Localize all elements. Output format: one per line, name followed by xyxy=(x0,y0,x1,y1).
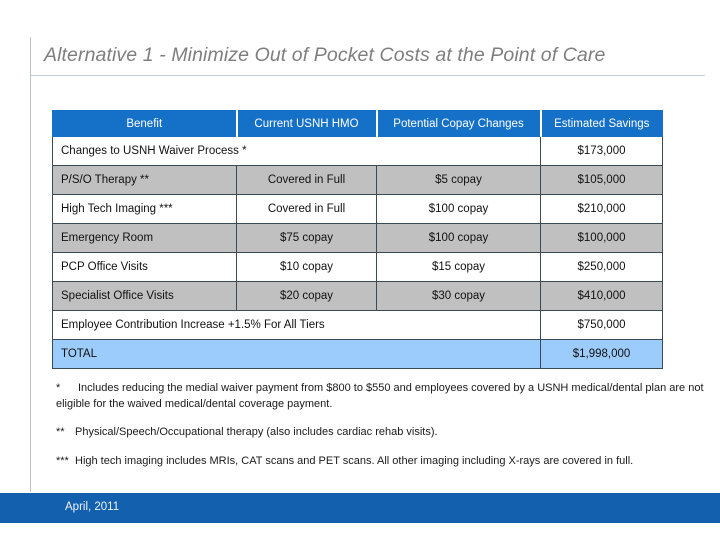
footnote-marker: * xyxy=(56,382,61,394)
benefit-savings-table: Benefit Current USNH HMO Potential Copay… xyxy=(52,110,663,369)
cell-estimated-savings: $105,000 xyxy=(540,165,663,195)
footnotes-block: * Includes reducing the medial waiver pay… xyxy=(56,381,704,469)
cell-potential-copay: $100 copay xyxy=(376,194,541,224)
table-row: PCP Office Visits $10 copay $15 copay $250,… xyxy=(52,252,663,282)
table-row: Emergency Room $75 copay $100 copay $100,00… xyxy=(52,223,663,253)
footnote-marker: *** xyxy=(56,454,69,467)
cell-estimated-savings: $410,000 xyxy=(540,281,663,311)
cell-benefit: P/S/O Therapy ** xyxy=(52,165,237,195)
cell-estimated-savings: $1,998,000 xyxy=(540,339,663,369)
cell-current-hmo: Covered in Full xyxy=(236,194,377,224)
table-row: TOTAL $1,998,000 xyxy=(52,339,663,369)
cell-current-hmo: $20 copay xyxy=(236,281,377,311)
cell-benefit: TOTAL xyxy=(52,339,541,369)
cell-estimated-savings: $210,000 xyxy=(540,194,663,224)
cell-current-hmo: Covered in Full xyxy=(236,165,377,195)
cell-potential-copay: $30 copay xyxy=(376,281,541,311)
footnote: ** Physical/Speech/Occupational therapy (… xyxy=(56,425,704,441)
footnote: * Includes reducing the medial waiver pay… xyxy=(56,381,704,412)
cell-estimated-savings: $750,000 xyxy=(540,310,663,340)
page-title: Alternative 1 - Minimize Out of Pocket C… xyxy=(44,44,606,66)
table-header-row: Benefit Current USNH HMO Potential Copay… xyxy=(52,110,663,137)
cell-benefit: PCP Office Visits xyxy=(52,252,237,282)
cell-potential-copay: $100 copay xyxy=(376,223,541,253)
column-header-potential-copay-changes: Potential Copay Changes xyxy=(376,110,542,137)
cell-estimated-savings: $100,000 xyxy=(540,223,663,253)
column-header-estimated-savings: Estimated Savings xyxy=(540,110,663,137)
footnote-text: High tech imaging includes MRIs, CAT sca… xyxy=(75,454,634,467)
cell-estimated-savings: $173,000 xyxy=(540,136,663,166)
cell-potential-copay: $15 copay xyxy=(376,252,541,282)
cell-estimated-savings: $250,000 xyxy=(540,252,663,282)
footnote-text: Physical/Speech/Occupational therapy (al… xyxy=(75,426,438,439)
left-vertical-divider xyxy=(30,37,31,492)
footnote: *** High tech imaging includes MRIs, CAT … xyxy=(56,454,704,470)
table-body: Changes to USNH Waiver Process * $173,000… xyxy=(52,136,663,369)
title-underline-divider xyxy=(30,75,705,76)
footer-date-label: April, 2011 xyxy=(65,501,120,513)
cell-current-hmo: $75 copay xyxy=(236,223,377,253)
cell-benefit: Changes to USNH Waiver Process * xyxy=(52,136,541,166)
table-row: Changes to USNH Waiver Process * $173,000 xyxy=(52,136,663,166)
cell-current-hmo: $10 copay xyxy=(236,252,377,282)
table-row: Employee Contribution Increase +1.5% For… xyxy=(52,310,663,340)
column-header-benefit: Benefit xyxy=(52,110,238,137)
table-header: Benefit Current USNH HMO Potential Copay… xyxy=(52,110,663,137)
table-row: Specialist Office Visits $20 copay $30 cop… xyxy=(52,281,663,311)
cell-benefit: Specialist Office Visits xyxy=(52,281,237,311)
table-row: P/S/O Therapy ** Covered in Full $5 copay $… xyxy=(52,165,663,195)
cell-benefit: High Tech Imaging *** xyxy=(52,194,237,224)
footnote-text: Includes reducing the medial waiver paym… xyxy=(56,382,704,410)
column-header-current-usnh-hmo: Current USNH HMO xyxy=(236,110,378,137)
cell-potential-copay: $5 copay xyxy=(376,165,541,195)
table-row: High Tech Imaging *** Covered in Full $100… xyxy=(52,194,663,224)
cell-benefit: Employee Contribution Increase +1.5% For… xyxy=(52,310,541,340)
footnote-marker: ** xyxy=(56,426,65,439)
cell-benefit: Emergency Room xyxy=(52,223,237,253)
